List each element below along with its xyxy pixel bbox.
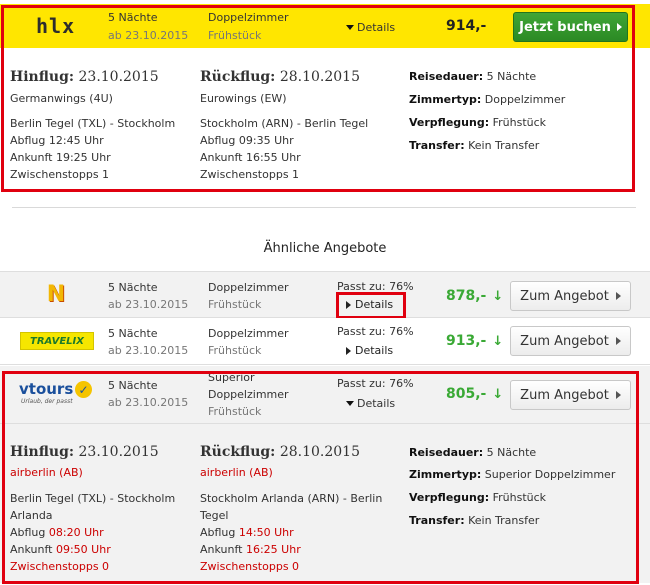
arrow-down-icon: ↓ <box>492 333 504 349</box>
offer2-price-value: 913,- <box>446 333 487 349</box>
offer1-board: Frühstück <box>208 298 262 311</box>
travelix-logo: TRAVELIX <box>20 332 94 350</box>
offer2-zum-angebot-button[interactable]: Zum Angebot <box>510 326 631 356</box>
divider <box>12 207 636 208</box>
n-logo-text: N <box>46 281 66 307</box>
travelix-logo-text: TRAVELIX <box>30 335 84 347</box>
offer2-price: 913,- ↓ <box>446 333 503 349</box>
zum-angebot-label: Zum Angebot <box>520 333 609 349</box>
arrow-down-icon: ↓ <box>492 288 504 304</box>
offer1-price-value: 878,- <box>446 288 487 304</box>
offer2-details-toggle[interactable]: Details <box>346 344 393 357</box>
offer3-highlight-frame <box>2 371 639 584</box>
zum-angebot-label: Zum Angebot <box>520 288 609 304</box>
offer1-zum-angebot-button[interactable]: Zum Angebot <box>510 281 631 311</box>
main-offer-highlight-frame <box>1 5 635 192</box>
n-logo: N <box>44 281 68 307</box>
offer2-date: ab 23.10.2015 <box>108 344 189 357</box>
similar-offers-heading: Ähnliche Angebote <box>263 241 387 256</box>
offer2-match: Passt zu: 76% <box>337 325 414 338</box>
offer1-details-highlight-frame <box>336 292 406 319</box>
offer1-date: ab 23.10.2015 <box>108 298 189 311</box>
offer2-room: Doppelzimmer <box>208 327 289 340</box>
offer2-board: Frühstück <box>208 344 262 357</box>
chevron-right-icon <box>615 337 621 345</box>
offer2-nights: 5 Nächte <box>108 327 158 340</box>
offer1-room: Doppelzimmer <box>208 281 289 294</box>
offer1-nights: 5 Nächte <box>108 281 158 294</box>
caret-right-icon <box>346 346 351 355</box>
details-label: Details <box>355 344 394 357</box>
offer1-price: 878,- ↓ <box>446 288 503 304</box>
chevron-right-icon <box>615 292 621 300</box>
